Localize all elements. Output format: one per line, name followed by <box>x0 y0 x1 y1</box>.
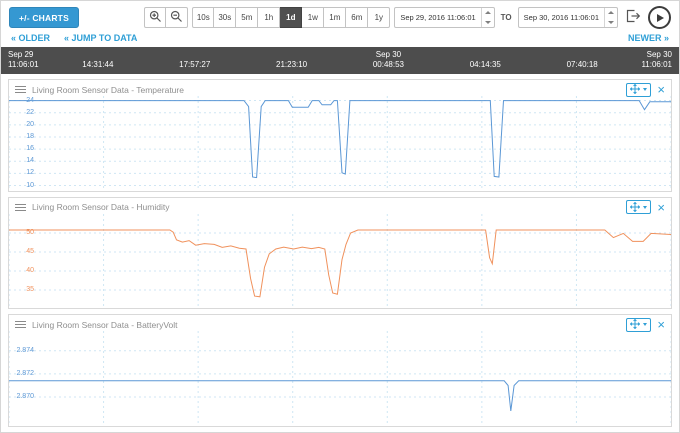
batteryvolt-chart[interactable]: 2.874 2.872 2.870 <box>9 331 671 427</box>
y-axis-tick-label: 14 <box>26 157 34 165</box>
from-spinner-up[interactable] <box>482 8 494 18</box>
panel-temperature: Living Room Sensor Data - Temperature × <box>8 79 672 192</box>
spinner-down-icon <box>484 20 491 24</box>
y-axis-tick-label: 24 <box>26 96 34 104</box>
chart-navigation: « OLDER « JUMP TO DATA NEWER » <box>1 32 679 47</box>
range-button-5m[interactable]: 5m <box>236 7 259 28</box>
pan-mode-button[interactable] <box>626 317 652 332</box>
add-remove-charts-button[interactable]: +/- CHARTS <box>9 7 79 28</box>
y-axis-tick-label: 20 <box>26 120 34 128</box>
panel-tools: × <box>626 200 665 215</box>
temperature-chart[interactable]: 24 22 20 18 16 14 12 10 <box>9 96 671 191</box>
pan-arrows-icon <box>630 82 641 97</box>
panel-header: Living Room Sensor Data - Temperature × <box>9 80 671 97</box>
time-range-button-group: 10s 30s 5m 1h 1d 1w 1m 6m 1y <box>192 7 391 28</box>
close-icon[interactable]: × <box>657 83 665 96</box>
timeline-tick: 14:31:44 <box>82 60 114 69</box>
range-button-10s[interactable]: 10s <box>192 7 215 28</box>
panel-tools: × <box>626 317 665 332</box>
range-button-1y[interactable]: 1y <box>368 7 391 28</box>
range-button-1w[interactable]: 1w <box>302 7 325 28</box>
y-axis-tick-label: 35 <box>26 285 34 293</box>
y-axis-tick-label: 2.870 <box>16 393 34 401</box>
spinner-up-icon <box>608 11 614 15</box>
range-button-1m[interactable]: 1m <box>324 7 347 28</box>
newer-link[interactable]: NEWER » <box>628 33 669 43</box>
range-button-30s[interactable]: 30s <box>214 7 237 28</box>
panel-header: Living Room Sensor Data - BatteryVolt × <box>9 315 671 332</box>
jump-to-data-link[interactable]: « JUMP TO DATA <box>64 33 137 43</box>
y-axis-tick-label: 2.872 <box>16 370 34 378</box>
zoom-in-button[interactable] <box>144 7 167 28</box>
pan-arrows-icon <box>630 200 641 215</box>
humidity-chart[interactable]: 50 45 40 35 <box>9 213 671 309</box>
y-axis-tick-label: 40 <box>26 266 34 274</box>
zoom-out-button[interactable] <box>166 7 189 28</box>
timeline-tick: 04:14:35 <box>469 60 501 69</box>
pan-mode-button[interactable] <box>626 200 652 215</box>
drag-handle-icon[interactable] <box>15 86 26 93</box>
to-spinner-up[interactable] <box>605 8 617 18</box>
chevron-down-icon <box>643 88 648 91</box>
y-axis-tick-label: 22 <box>26 108 34 116</box>
export-button[interactable] <box>622 7 644 28</box>
older-link[interactable]: « OLDER <box>11 33 50 43</box>
timeline-tick: Sep 30 00:48:53 <box>372 50 404 69</box>
to-datetime-input[interactable]: Sep 30, 2016 11:06:01 <box>517 7 618 28</box>
close-icon[interactable]: × <box>657 201 665 214</box>
to-datetime-spinner <box>604 8 617 27</box>
y-axis-tick-label: 50 <box>26 228 34 236</box>
close-icon[interactable]: × <box>657 318 665 331</box>
play-button[interactable] <box>648 6 671 29</box>
to-datetime-value: Sep 30, 2016 11:06:01 <box>523 13 599 22</box>
toolbar: +/- CHARTS 10s 30s 5m 1h 1d 1w 1m 6m 1y … <box>1 1 679 32</box>
timeline-tick: 21:23:10 <box>275 60 308 69</box>
export-icon <box>626 9 641 26</box>
zoom-out-icon <box>170 10 183 25</box>
panel-title: Living Room Sensor Data - Temperature <box>32 84 184 95</box>
panel-humidity: Living Room Sensor Data - Humidity × 50 … <box>8 196 672 310</box>
charts-app: +/- CHARTS 10s 30s 5m 1h 1d 1w 1m 6m 1y … <box>0 0 680 433</box>
to-spinner-down[interactable] <box>605 18 617 28</box>
from-spinner-down[interactable] <box>482 18 494 28</box>
panel-title: Living Room Sensor Data - Humidity <box>32 202 170 213</box>
spinner-up-icon <box>484 11 491 15</box>
pan-arrows-icon <box>630 317 641 332</box>
panel-batteryvolt: Living Room Sensor Data - BatteryVolt × <box>8 314 672 428</box>
drag-handle-icon[interactable] <box>15 203 26 211</box>
from-datetime-value: Sep 29, 2016 11:06:01 <box>400 13 476 22</box>
chart-panels: Living Room Sensor Data - Temperature × <box>1 74 679 432</box>
timeline-tick: Sep 30 11:06:01 <box>641 50 672 69</box>
timeline-axis: Sep 29 11:06:01 14:31:44 17:57:27 21:23:1… <box>1 47 679 74</box>
chevron-down-icon <box>643 205 648 209</box>
zoom-in-icon <box>149 10 162 25</box>
y-axis-tick-label: 18 <box>26 132 34 140</box>
panel-tools: × <box>626 82 665 97</box>
pan-mode-button[interactable] <box>626 82 652 97</box>
spinner-down-icon <box>608 20 614 24</box>
y-axis-tick-label: 45 <box>26 247 34 255</box>
y-axis-tick-label: 2.874 <box>16 347 34 355</box>
from-datetime-spinner <box>480 8 494 28</box>
y-axis-tick-label: 12 <box>26 169 34 177</box>
from-datetime-input[interactable]: Sep 29, 2016 11:06:01 <box>394 7 495 28</box>
y-axis-tick-label: 16 <box>26 145 34 153</box>
timeline-tick: 07:40:18 <box>566 60 598 69</box>
play-icon <box>657 13 664 22</box>
to-label: TO <box>500 13 512 22</box>
zoom-button-group <box>144 7 189 28</box>
timeline-tick: 17:57:27 <box>179 60 211 69</box>
drag-handle-icon[interactable] <box>15 321 26 329</box>
panel-header: Living Room Sensor Data - Humidity × <box>9 198 671 215</box>
timeline-tick: Sep 29 11:06:01 <box>8 50 39 69</box>
y-axis-tick-label: 10 <box>26 181 34 189</box>
chevron-down-icon <box>643 323 648 327</box>
range-button-1h[interactable]: 1h <box>258 7 281 28</box>
range-button-1d[interactable]: 1d <box>280 7 303 28</box>
range-button-6m[interactable]: 6m <box>346 7 369 28</box>
panel-title: Living Room Sensor Data - BatteryVolt <box>32 319 178 330</box>
